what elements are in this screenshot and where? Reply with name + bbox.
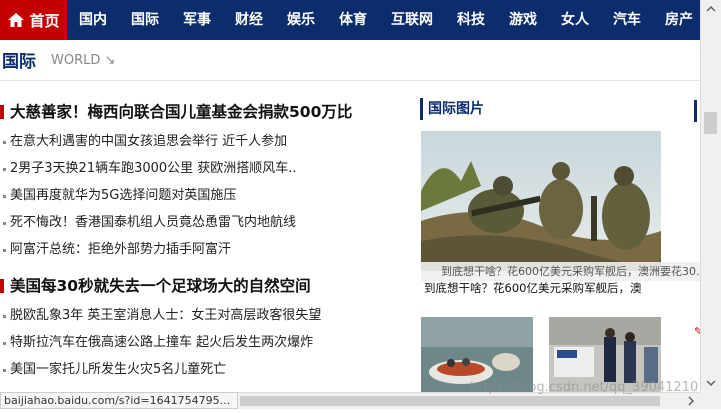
nav-item[interactable]: 科技: [445, 0, 497, 40]
vertical-scrollbar[interactable]: [700, 0, 721, 392]
nav-item[interactable]: 军事: [171, 0, 223, 40]
nav-item[interactable]: 财经: [223, 0, 275, 40]
section-header: 国际 WORLD ↘: [0, 40, 700, 81]
scroll-right-icon[interactable]: [682, 393, 699, 409]
nav-item[interactable]: 女人: [549, 0, 601, 40]
pictures-header: 国际图片: [420, 98, 484, 120]
section-subtitle[interactable]: WORLD ↘: [51, 53, 115, 68]
nav-home-label: 首页: [29, 11, 60, 30]
home-icon: [8, 13, 25, 27]
top-nav: 首页 国内 国际 军事 财经 娱乐 体育 互联网 科技 游戏 女人 汽车 房产: [0, 0, 700, 40]
nav-items: 国内 国际 军事 财经 娱乐 体育 互联网 科技 游戏 女人 汽车 房产: [67, 0, 705, 40]
headline-marker: [0, 279, 4, 293]
section-title: 国际: [2, 52, 36, 72]
news-item[interactable]: 美国再度就华为5G选择问题对英国施压: [0, 182, 400, 209]
scroll-down-icon[interactable]: [701, 374, 721, 392]
scroll-up-icon[interactable]: [701, 0, 721, 18]
headline-1[interactable]: 大慈善家！梅西向联合国儿童基金会捐款500万比: [0, 100, 400, 122]
headline-text[interactable]: 美国每30秒就失去一个足球场大的自然空间: [10, 274, 311, 296]
status-bar-url: baijiahao.baidu.com/s?id=1641754795...: [0, 392, 238, 409]
news-item[interactable]: 美国一家托儿所发生火灾5名儿童死亡: [0, 356, 400, 383]
news-item[interactable]: 在意大利遇害的中国女孩追思会举行 近千人参加: [0, 128, 400, 155]
nav-item[interactable]: 互联网: [379, 0, 445, 40]
scrollbar-corner: [700, 392, 721, 409]
news-item[interactable]: 特斯拉汽车在俄高速公路上撞车 起火后发生两次爆炸: [0, 329, 400, 356]
nav-item[interactable]: 娱乐: [275, 0, 327, 40]
scroll-thumb[interactable]: [240, 396, 660, 406]
news-item[interactable]: 2男子3天换21辆车跑3000公里 获欧洲搭顺风车..: [0, 155, 400, 182]
headline-2[interactable]: 美国每30秒就失去一个足球场大的自然空间: [0, 274, 400, 296]
news-item[interactable]: 脱欧乱象3年 英王室消息人士：女王对高层政客很失望: [0, 302, 400, 329]
news-item[interactable]: 阿富汗总统：拒绝外部势力插手阿富汗: [0, 236, 400, 263]
news-list-1: 在意大利遇害的中国女孩追思会举行 近千人参加 2男子3天换21辆车跑3000公里…: [0, 128, 400, 263]
headline-marker: [0, 105, 4, 119]
nav-item[interactable]: 国内: [67, 0, 119, 40]
headline-text[interactable]: 大慈善家！梅西向联合国儿童基金会捐款500万比: [10, 100, 352, 122]
nav-home[interactable]: 首页: [0, 0, 67, 40]
nav-item[interactable]: 游戏: [497, 0, 549, 40]
news-list-2: 脱欧乱象3年 英王室消息人士：女王对高层政客很失望 特斯拉汽车在俄高速公路上撞车…: [0, 302, 400, 383]
nav-item[interactable]: 体育: [327, 0, 379, 40]
nav-item[interactable]: 国际: [119, 0, 171, 40]
scroll-thumb[interactable]: [704, 112, 717, 134]
photo-caption[interactable]: 到底想干啥？花600亿美元采购军舰后，澳: [424, 280, 694, 296]
photo-overlay-caption[interactable]: 到底想干啥？花600亿美元采购军舰后，澳洲要花30...: [421, 262, 700, 281]
feature-photo[interactable]: [421, 131, 661, 271]
watermark: https://blog.csdn.net/qq_39041210: [470, 380, 699, 395]
news-item[interactable]: 死不悔改！香港国泰机组人员竟怂恿雷飞内地航线: [0, 209, 400, 236]
next-column-marker: [694, 100, 697, 122]
nav-item[interactable]: 汽车: [601, 0, 653, 40]
nav-item[interactable]: 房产: [653, 0, 705, 40]
